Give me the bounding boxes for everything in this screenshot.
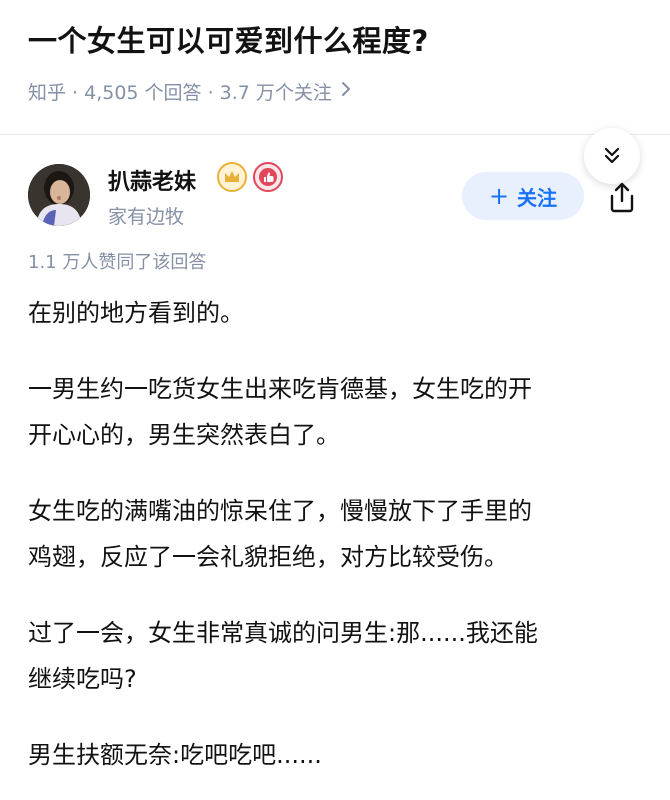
- plus-icon: +: [488, 182, 510, 210]
- divider: [0, 134, 670, 135]
- answer-paragraph: 女生吃的满嘴油的惊呆住了，慢慢放下了手里的 鸡翅，反应了一会礼貌拒绝，对方比较受…: [28, 497, 532, 571]
- double-chevron-down-icon: [604, 147, 620, 164]
- answer-page: 一个女生可以可爱到什么程度? 知乎 · 4,505 个回答 · 3.7 万个关注…: [0, 0, 670, 800]
- answer-paragraph: 男生扶额无奈:吃吧吃吧......: [28, 741, 322, 769]
- approve-count: 1.1 万人赞同了该回答: [28, 252, 207, 273]
- author-name[interactable]: 扒蒜老妹: [108, 164, 196, 196]
- share-icon[interactable]: [604, 180, 640, 216]
- answer-paragraph: 一男生约一吃货女生出来吃肯德基，女生吃的开 开心心的，男生突然表白了。: [28, 375, 532, 449]
- like-badge-icon[interactable]: [253, 162, 283, 192]
- crown-badge-icon[interactable]: [217, 162, 247, 192]
- question-title[interactable]: 一个女生可以可爱到什么程度?: [28, 18, 429, 60]
- follow-label: 关注: [517, 185, 558, 210]
- avatar[interactable]: [28, 164, 90, 226]
- answer-paragraph: 过了一会，女生非常真诚的问男生:那......我还能 继续吃吗?: [28, 619, 538, 693]
- collapse-button[interactable]: [584, 128, 640, 184]
- follow-button[interactable]: + 关注: [462, 172, 584, 220]
- author-bio: 家有边牧: [108, 206, 185, 228]
- answer-content: 在别的地方看到的。 一男生约一吃货女生出来吃肯德基，女生吃的开 开心心的，男生突…: [28, 290, 648, 800]
- chevron-right-icon: [340, 80, 352, 103]
- answer-paragraph: 在别的地方看到的。: [28, 299, 244, 327]
- question-meta[interactable]: 知乎 · 4,505 个回答 · 3.7 万个关注: [28, 78, 352, 105]
- question-meta-text: 知乎 · 4,505 个回答 · 3.7 万个关注: [28, 82, 332, 104]
